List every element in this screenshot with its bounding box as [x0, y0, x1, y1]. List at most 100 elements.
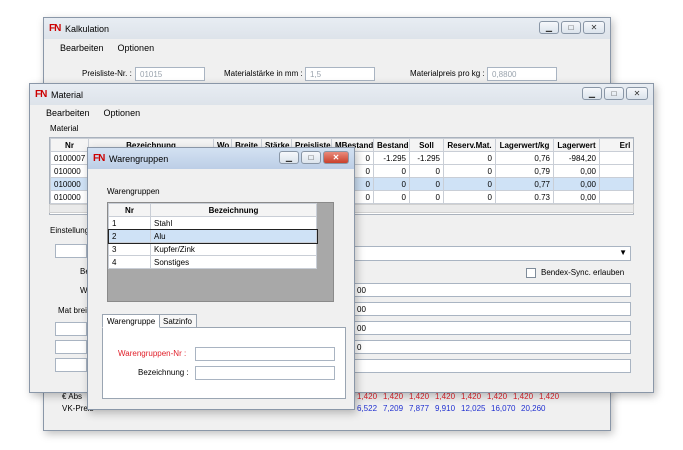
close-button[interactable]: ✕ — [323, 151, 349, 164]
menu-optionen[interactable]: Optionen — [118, 43, 155, 53]
cell[interactable]: 0 — [409, 177, 444, 191]
minimize-button[interactable]: ▁ — [279, 151, 299, 164]
warengruppen-grid: Nr Bezeichnung 1 Stahl 2 Alu 3 Kupfer/Zink … — [107, 202, 334, 302]
column-header[interactable]: Bestand — [373, 138, 410, 152]
cell-bez[interactable]: Sonstiges — [150, 255, 317, 269]
column-header[interactable]: Reserv.Mat. — [443, 138, 496, 152]
maximize-button[interactable]: □ — [604, 87, 624, 100]
material-group-label: Material — [50, 124, 79, 133]
cell[interactable]: 441 — [599, 151, 633, 165]
column-header[interactable]: Lagerwert — [553, 138, 600, 152]
abs-value: 1,420 — [487, 392, 508, 401]
bendex-checkbox[interactable] — [526, 268, 536, 278]
column-header[interactable]: Erl — [599, 138, 633, 152]
abs-value: 1,420 — [435, 392, 456, 401]
cell[interactable]: -1.295 — [373, 151, 410, 165]
cell[interactable]: 441 — [599, 164, 633, 178]
tab-satzinfo[interactable]: Satzinfo — [158, 314, 197, 328]
cell[interactable]: 0 — [443, 164, 496, 178]
column-header-bezeichnung[interactable]: Bezeichnung — [150, 203, 317, 217]
table-row[interactable]: 4 Sonstiges — [108, 255, 317, 269]
table-row[interactable]: 3 Kupfer/Zink — [108, 242, 317, 256]
cell[interactable]: 0,76 — [495, 151, 554, 165]
cell[interactable]: 010000 — [50, 177, 89, 191]
left-field[interactable] — [55, 340, 87, 354]
cell[interactable]: 441 — [599, 190, 633, 204]
warengruppe-panel — [102, 327, 346, 399]
bezeichnung-field[interactable] — [195, 366, 335, 380]
close-button[interactable]: ✕ — [583, 21, 605, 34]
cell[interactable]: 010000 — [50, 164, 89, 178]
vk-value: 9,910 — [435, 404, 456, 413]
cell-bez[interactable]: Alu — [150, 229, 317, 243]
left-field[interactable] — [55, 358, 87, 372]
materialpreis-label: Materialpreis pro kg : — [410, 69, 485, 78]
cell[interactable]: 0 — [409, 164, 444, 178]
app-logo-icon: FN — [93, 152, 105, 164]
abs-value: 1,420 — [513, 392, 534, 401]
cell[interactable]: 0 — [443, 190, 496, 204]
material-field[interactable]: 00 — [352, 321, 631, 335]
cell[interactable]: -1.295 — [409, 151, 444, 165]
material-field[interactable]: 00 — [352, 283, 631, 297]
cell[interactable]: 0100007 — [50, 151, 89, 165]
left-field[interactable] — [55, 244, 87, 258]
cell[interactable]: 0.73 — [495, 190, 554, 204]
maximize-button[interactable]: □ — [301, 151, 321, 164]
bendex-label: Bendex-Sync. erlauben — [541, 268, 625, 277]
cell-nr[interactable]: 1 — [108, 216, 151, 230]
cell-nr[interactable]: 4 — [108, 255, 151, 269]
minimize-button[interactable]: ▁ — [582, 87, 602, 100]
vk-value: 6,522 — [357, 404, 378, 413]
column-header[interactable]: Lagerwert/kg — [495, 138, 554, 152]
materialpreis-field[interactable]: 0,8800 — [487, 67, 557, 81]
material-titlebar[interactable]: FN Material ▁ □ ✕ — [30, 84, 653, 105]
cell[interactable]: 0,77 — [495, 177, 554, 191]
cell-nr[interactable]: 3 — [108, 242, 151, 256]
preisliste-field[interactable]: 01015 — [135, 67, 205, 81]
menu-bearbeiten[interactable]: Bearbeiten — [60, 43, 104, 53]
cell[interactable]: 0 — [443, 151, 496, 165]
material-field[interactable] — [352, 359, 631, 373]
left-field[interactable] — [55, 322, 87, 336]
menu-optionen[interactable]: Optionen — [104, 108, 141, 118]
abs-value: 1,420 — [383, 392, 404, 401]
window-title: Kalkulation — [65, 23, 110, 34]
combo-select[interactable]: ▼ — [352, 246, 631, 261]
cell[interactable]: 441 — [599, 177, 633, 191]
cell[interactable]: 0 — [443, 177, 496, 191]
abs-value: 1,420 — [357, 392, 378, 401]
cell-bez[interactable]: Stahl — [150, 216, 317, 230]
column-header[interactable]: Soll — [409, 138, 444, 152]
cell[interactable]: 0 — [373, 177, 410, 191]
tab-warengruppe[interactable]: Warengruppe — [102, 314, 161, 328]
warengruppen-nr-field[interactable] — [195, 347, 335, 361]
cell[interactable]: -984,20 — [553, 151, 600, 165]
cell[interactable]: 0 — [373, 164, 410, 178]
staerke-field[interactable]: 1,5 — [305, 67, 375, 81]
material-field[interactable]: 0 — [352, 340, 631, 354]
cell[interactable]: 0,79 — [495, 164, 554, 178]
minimize-button[interactable]: ▁ — [539, 21, 559, 34]
table-row-selected[interactable]: 2 Alu — [107, 228, 318, 244]
maximize-button[interactable]: □ — [561, 21, 581, 34]
column-header[interactable]: Nr — [50, 138, 89, 152]
cell[interactable]: 0,00 — [553, 177, 600, 191]
material-field[interactable]: 00 — [352, 302, 631, 316]
chevron-down-icon: ▼ — [619, 248, 627, 257]
cell[interactable]: 0 — [373, 190, 410, 204]
cell[interactable]: 0,00 — [553, 190, 600, 204]
vk-value: 16,070 — [491, 404, 516, 413]
column-header-nr[interactable]: Nr — [108, 203, 151, 217]
cell-bez[interactable]: Kupfer/Zink — [150, 242, 317, 256]
close-button[interactable]: ✕ — [626, 87, 648, 100]
cell-nr[interactable]: 2 — [108, 229, 151, 243]
menu-bearbeiten[interactable]: Bearbeiten — [46, 108, 90, 118]
cell[interactable]: 0,00 — [553, 164, 600, 178]
kalkulation-titlebar[interactable]: FN Kalkulation ▁ □ ✕ — [44, 18, 610, 39]
abs-label: € Abs — [62, 392, 83, 401]
warengruppen-titlebar[interactable]: FN Warengruppen ▁ □ ✕ — [88, 148, 354, 169]
cell[interactable]: 010000 — [50, 190, 89, 204]
table-row[interactable]: 1 Stahl — [108, 216, 317, 230]
cell[interactable]: 0 — [409, 190, 444, 204]
